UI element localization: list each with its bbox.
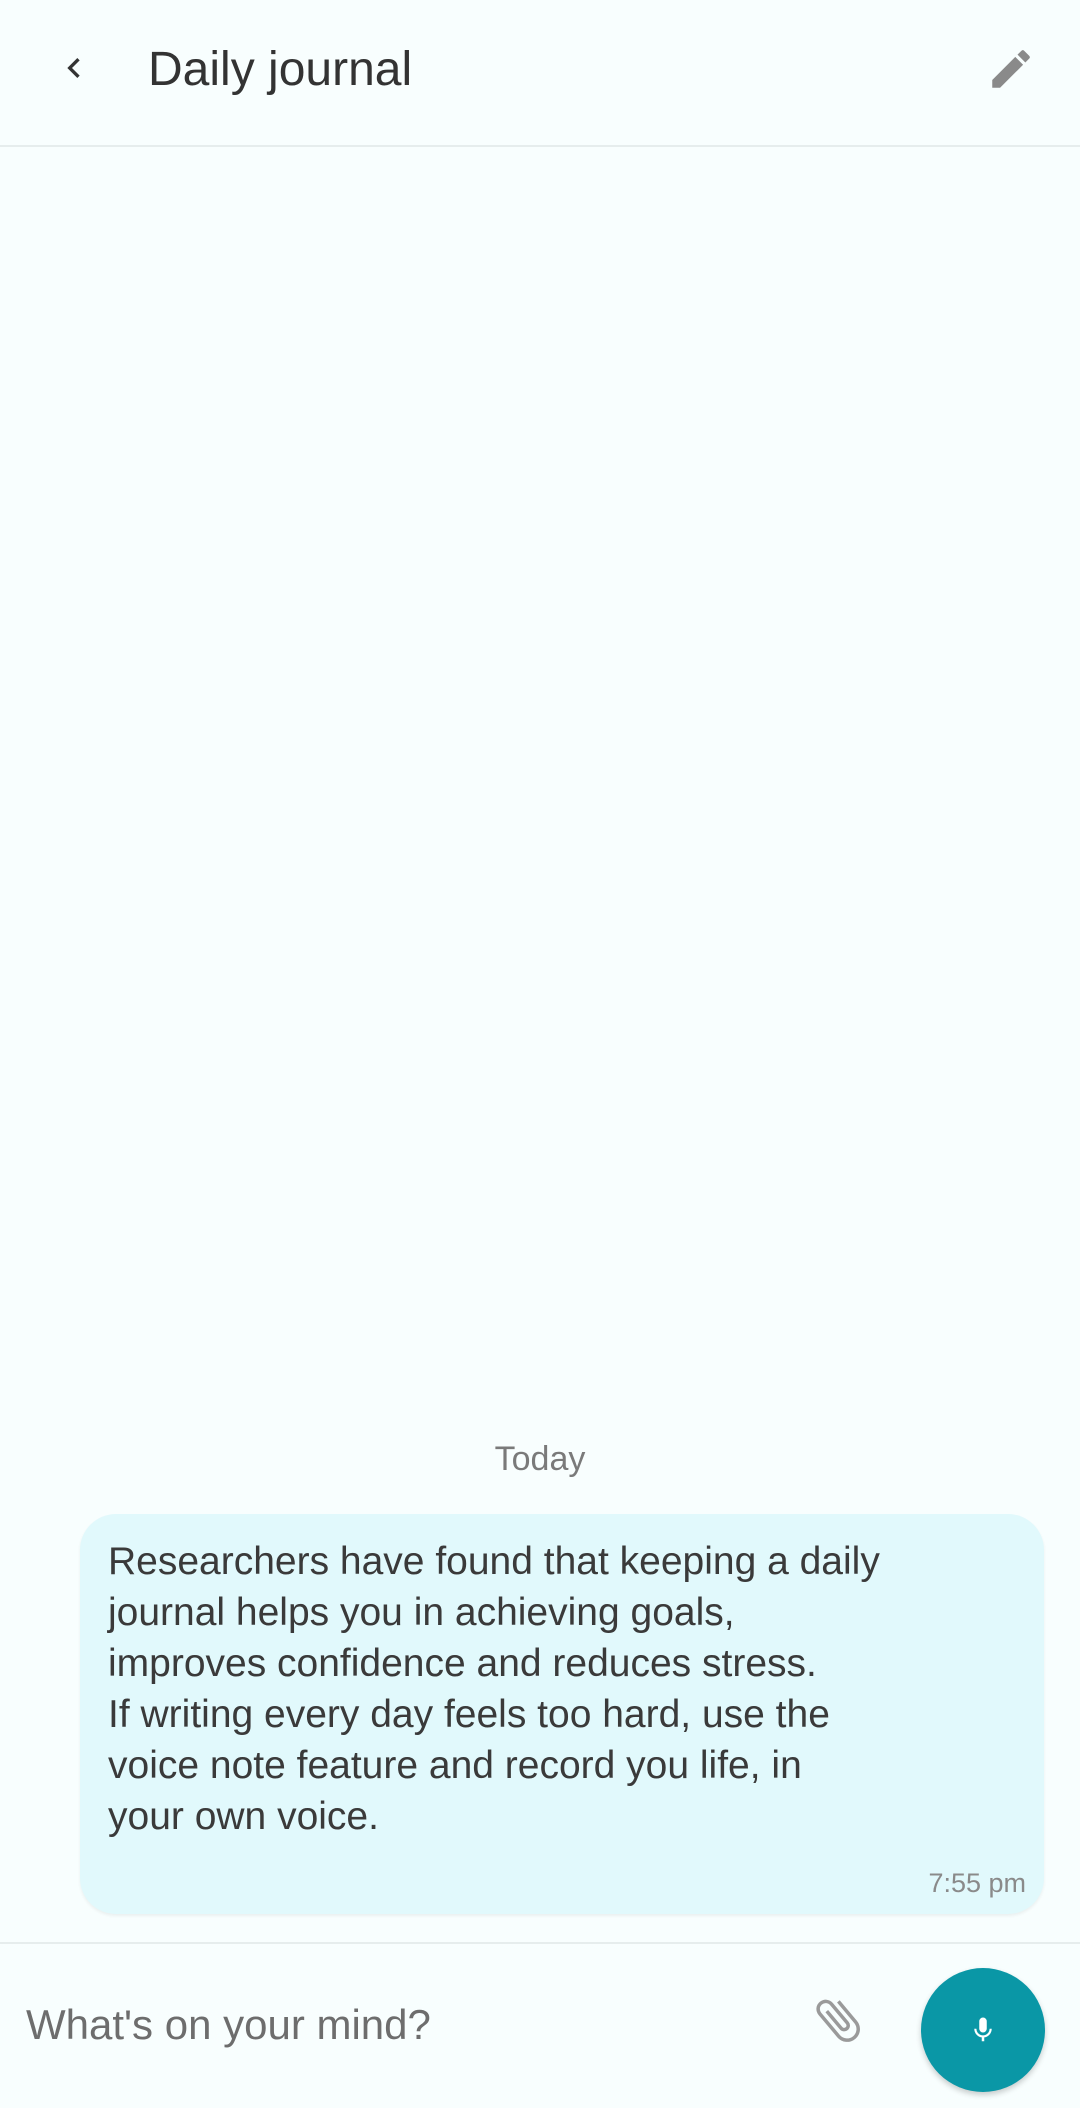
page-title: Daily journal [148,43,413,96]
voice-note-button[interactable] [921,1968,1045,2092]
microphone-icon [974,2017,992,2042]
journal-entry-bubble[interactable]: Researchers have found that keeping a da… [80,1514,1044,1914]
journal-entry-text: Researchers have found that keeping a da… [108,1540,880,1838]
back-button[interactable] [40,34,108,102]
entry-timestamp: 7:55 pm [928,1868,1026,1898]
edit-button[interactable] [978,36,1044,102]
app-header: Daily journal [0,0,1080,147]
paperclip-icon [816,1999,860,2042]
date-separator: Today [494,1440,586,1478]
attach-button[interactable] [806,1988,870,2052]
journal-input[interactable] [24,1984,768,2066]
pencil-icon [992,50,1030,88]
chevron-left-icon [67,58,80,78]
message-composer [0,1942,1080,2108]
journal-screen: Daily journal Today Researchers have fou… [0,0,1080,2108]
